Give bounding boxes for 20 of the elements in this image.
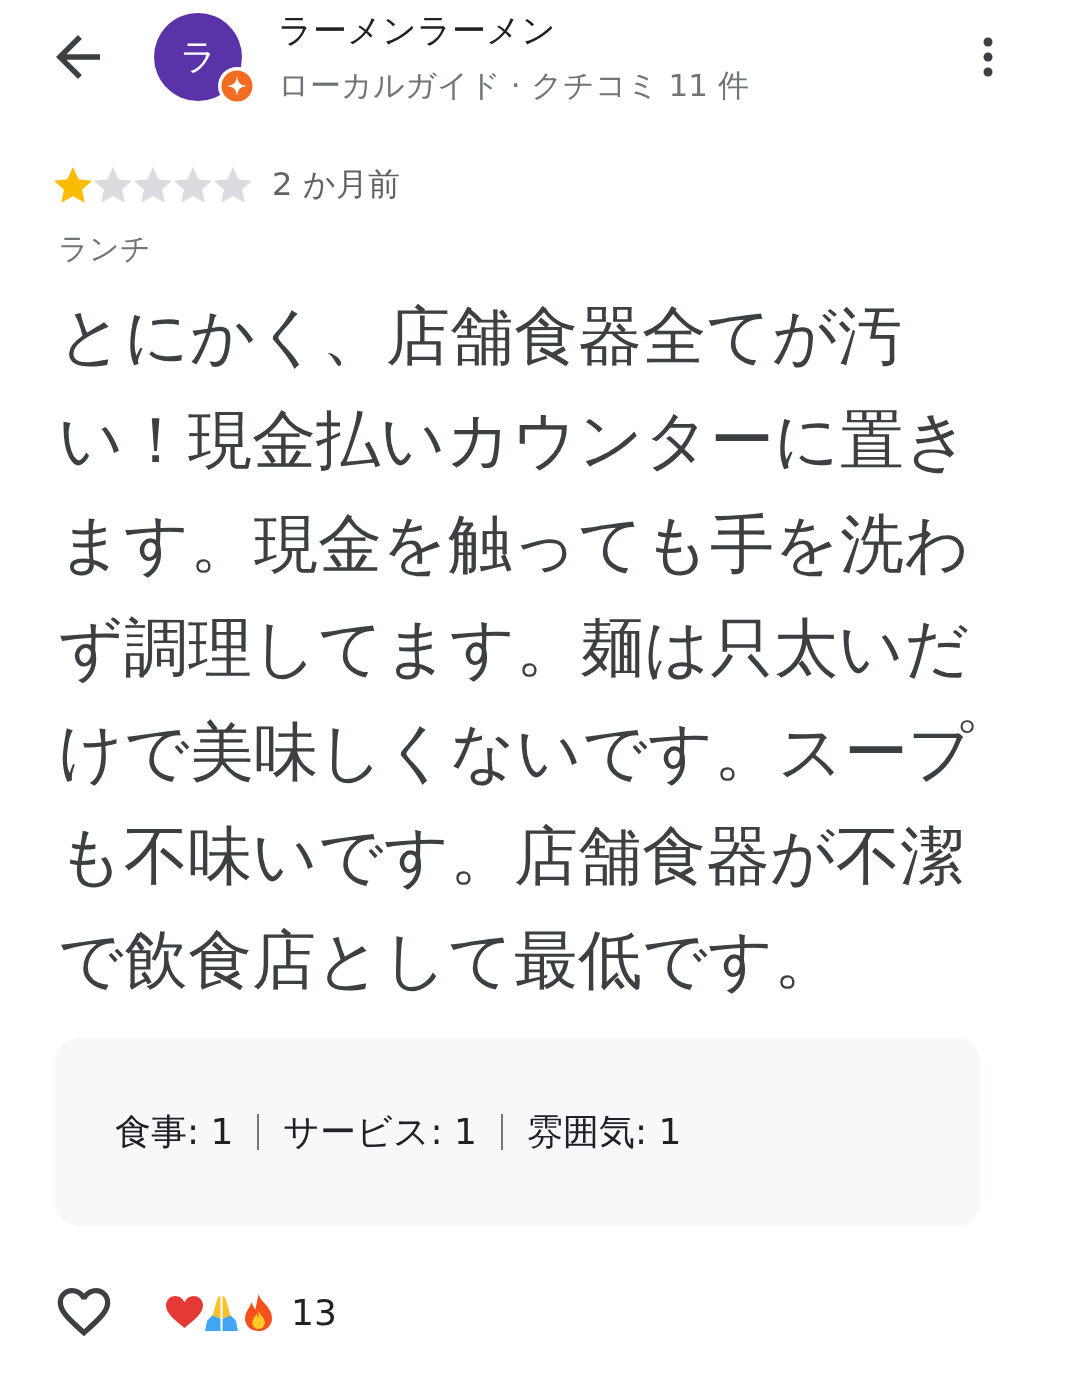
star-icon: [214, 166, 252, 204]
praying-hands-emoji-icon: [203, 1293, 240, 1331]
reaction-count: 13: [291, 1291, 337, 1333]
heart-icon: [56, 1287, 112, 1337]
review-time: 2 か月前: [272, 164, 400, 205]
star-icon: [94, 166, 132, 204]
aspect-rating: 食事: 1: [115, 1109, 234, 1154]
review-text: とにかく、店舗食器全てが汚い！現金払いカウンターに置きます。現金を触っても手を洗わず調理してます。麺は只太いだけで美味しくないです。スープも不味いです。店舗食器が不潔で飲食店として最低です。: [58, 298, 975, 999]
aspect-rating: サービス: 1: [283, 1109, 477, 1154]
back-arrow-icon: [56, 35, 100, 79]
more-options-icon: [983, 37, 993, 77]
reviewer-subtitle: ローカルガイド · クチコミ 11 件: [278, 65, 749, 105]
star-icon: [54, 166, 92, 204]
reviewer-name: ラーメンラーメン: [278, 8, 556, 52]
aspect-rating: 雰囲気: 1: [526, 1109, 682, 1154]
star-icon: [134, 166, 172, 204]
heart-emoji-icon: [166, 1293, 203, 1331]
avatar: ラ: [154, 13, 242, 101]
meal-type: ランチ: [58, 230, 151, 268]
star-icon: [174, 166, 212, 204]
